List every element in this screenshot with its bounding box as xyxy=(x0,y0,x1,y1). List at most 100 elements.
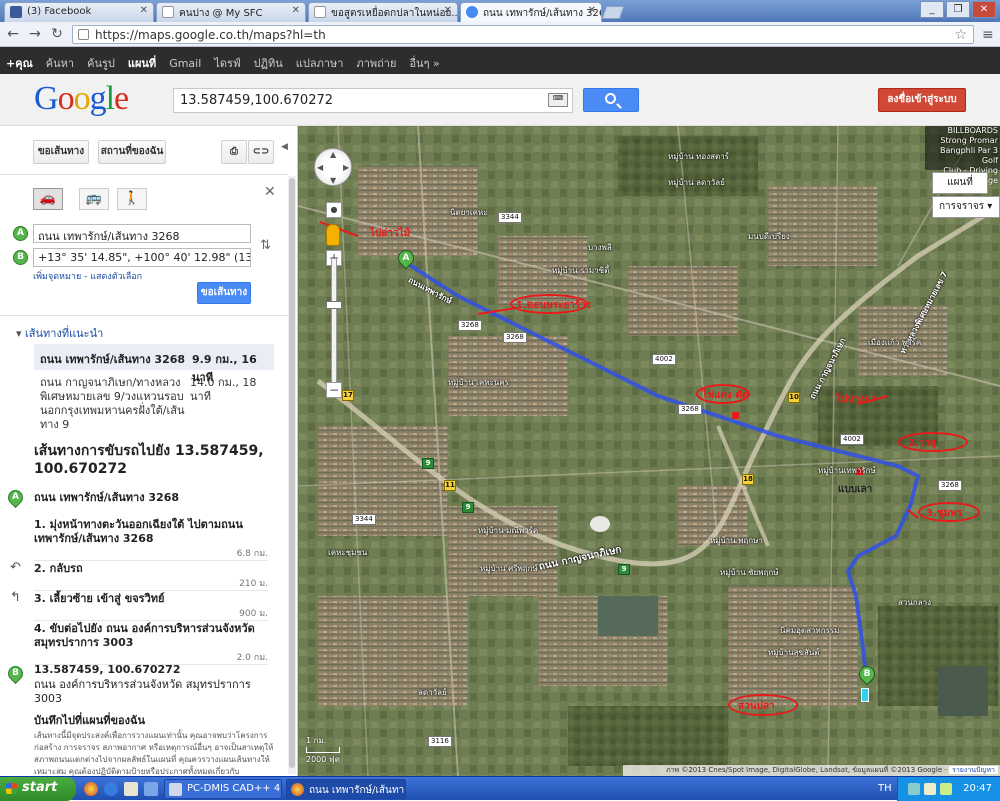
minimize-button[interactable]: _ xyxy=(920,1,944,18)
ie-icon[interactable] xyxy=(104,782,118,796)
collapse-panel-icon[interactable]: ◀ xyxy=(281,142,288,152)
gbar-item-drive[interactable]: ไดรฟ์ xyxy=(208,47,247,72)
destination-highlight xyxy=(861,688,869,702)
place-label: หมู่บ้าน ลดาวัลย์ xyxy=(668,178,725,187)
destination-input[interactable]: +13° 35' 14.85", +100° 40' 12.98" (13.58… xyxy=(33,248,251,267)
panel-scrollbar[interactable] xyxy=(288,176,296,774)
get-directions-tab-button[interactable]: ขอเส้นทาง xyxy=(33,140,89,164)
suggested-routes-toggle[interactable]: เส้นทางที่แนะนำ xyxy=(16,324,103,342)
language-indicator[interactable]: TH xyxy=(878,783,892,794)
direction-step-2[interactable]: 2. กลับรถ xyxy=(34,562,262,576)
close-icon[interactable]: ✕ xyxy=(264,184,276,200)
search-input[interactable]: 13.587459,100.670272 ⌨ xyxy=(173,88,573,113)
place-label: เมืองแก้ว พาร์ค xyxy=(868,338,922,347)
my-places-button[interactable]: สถานที่ของฉัน xyxy=(98,140,166,164)
gbar-item-plus[interactable]: +คุณ xyxy=(0,47,40,72)
traffic-layer-dropdown[interactable]: การจราจร ▾ xyxy=(932,196,1000,218)
close-window-button[interactable]: ✕ xyxy=(972,1,996,18)
map-type-button[interactable]: แผนที่ xyxy=(932,172,988,194)
place-label: หมู่บ้าน มณีพาร์ค xyxy=(478,526,539,535)
gbar-item-more[interactable]: อื่นๆ » xyxy=(403,47,446,72)
street-view-pegman-icon[interactable] xyxy=(326,224,340,246)
origin-input[interactable]: ถนน เทพารักษ์/เส้นทาง 3268 xyxy=(33,224,251,243)
tab-facebook[interactable]: (3) Facebook ✕ xyxy=(4,2,154,22)
route-info: 14.0 กม., 18 นาที xyxy=(190,376,257,403)
map-annotation: สวนปลา xyxy=(738,701,775,712)
gbar-item-images[interactable]: ค้นรูป xyxy=(81,47,122,72)
maximize-button[interactable]: ❐ xyxy=(946,1,970,18)
place-label: หมู่บ้าน เคหะนคร xyxy=(448,378,509,387)
tray-app-icon[interactable] xyxy=(940,783,952,795)
add-destination-link[interactable]: เพิ่มจุดหมาย - แสดงตัวเลือก xyxy=(33,269,142,283)
reset-view-icon[interactable]: ● xyxy=(326,202,342,218)
new-tab-button[interactable] xyxy=(601,6,625,19)
pan-control[interactable]: ▲ ▼ ◀ ▶ xyxy=(314,148,352,186)
route-shield: 3344 xyxy=(498,212,522,223)
direction-step-3[interactable]: 3. เลี้ยวซ้าย เข้าสู่ ขจรวิทย์ xyxy=(34,592,262,606)
close-icon[interactable]: ✕ xyxy=(140,5,148,16)
pan-down-icon[interactable]: ▼ xyxy=(330,176,336,185)
google-logo[interactable]: Google xyxy=(34,80,129,118)
reload-icon[interactable]: ↻ xyxy=(48,26,66,44)
direction-step-4[interactable]: 4. ขับต่อไปยัง ถนน องค์การบริหารส่วนจังห… xyxy=(34,622,262,650)
explorer-icon[interactable] xyxy=(124,782,138,796)
zoom-slider-thumb[interactable] xyxy=(326,301,342,309)
save-to-my-maps-link[interactable]: บันทึกไปที่แผนที่ของฉัน xyxy=(34,711,145,729)
gbar-item-calendar[interactable]: ปฏิทิน xyxy=(248,47,290,72)
tab-forum[interactable]: ขอสูตรเหยื่อตกปลาในหน่อย... ✕ xyxy=(308,2,458,22)
place-label: หมู่บ้านสุขสันต์ xyxy=(768,648,820,657)
route-shield: 9 xyxy=(618,564,630,575)
map-ad-billboard[interactable]: BILLBOARDS Strong Promar Bangphli Par 3 … xyxy=(925,126,1000,185)
pan-right-icon[interactable]: ▶ xyxy=(343,163,349,172)
search-button[interactable] xyxy=(583,88,639,112)
wrench-icon[interactable]: ≡ xyxy=(982,27,994,43)
forward-icon[interactable]: → xyxy=(26,26,44,44)
taskbar-item-chrome[interactable]: ถนน เทพารักษ์/เส้นทาง... xyxy=(286,779,406,799)
url-input[interactable]: https://maps.google.co.th/maps?hl=th ☆ xyxy=(72,25,974,44)
bookmark-star-icon[interactable]: ☆ xyxy=(954,27,967,43)
route-option-2[interactable]: ถนน กาญจนาภิเษก/ทางหลวงพิเศษหมายเลข 9/วง… xyxy=(40,376,280,432)
walk-mode-icon[interactable]: 🚶 xyxy=(117,188,147,210)
traffic-label: การจราจร xyxy=(939,201,985,212)
close-icon[interactable]: ✕ xyxy=(292,5,300,16)
report-problem-link[interactable]: รายงานปัญหา xyxy=(949,766,998,774)
tab-google-maps[interactable]: ถนน เทพารักษ์/เส้นทาง 3268 ✕ xyxy=(460,2,602,22)
pan-up-icon[interactable]: ▲ xyxy=(330,150,336,159)
tab-mysfc[interactable]: คนปาง @ My SFC ✕ xyxy=(156,2,306,22)
gbar-item-maps[interactable]: แผนที่ xyxy=(122,47,163,72)
gbar-item-photos[interactable]: ภาพถ่าย xyxy=(350,47,403,72)
route-shield: 3116 xyxy=(428,736,452,747)
gbar-item-translate[interactable]: แปลภาษา xyxy=(290,47,351,72)
volume-icon[interactable] xyxy=(924,783,936,795)
close-icon[interactable]: ✕ xyxy=(444,5,452,16)
print-icon[interactable]: ⎙ xyxy=(221,140,247,164)
google-bar: +คุณ ค้นหา ค้นรูป แผนที่ Gmail ไดรฟ์ ปฏิทิน แปล… xyxy=(0,47,1000,74)
car-mode-icon[interactable]: 🚗 xyxy=(33,188,63,210)
chrome-icon[interactable] xyxy=(84,782,98,796)
zoom-out-button[interactable]: − xyxy=(326,382,342,398)
pan-left-icon[interactable]: ◀ xyxy=(317,163,323,172)
close-icon[interactable]: ✕ xyxy=(588,5,596,16)
billboard-line: Strong Promar xyxy=(940,136,998,145)
link-icon[interactable]: ⊂⊃ xyxy=(248,140,274,164)
transit-mode-icon[interactable]: 🚌 xyxy=(79,188,109,210)
keyboard-icon[interactable]: ⌨ xyxy=(548,93,568,107)
back-icon[interactable]: ← xyxy=(4,26,22,44)
satellite-map[interactable]: ถนนเทพารักษ์ ถนน กาญจนาภิเษก ทางหลวงพิเศ… xyxy=(298,126,1000,776)
swap-icon[interactable]: ⇅ xyxy=(260,238,271,253)
tab-title: (3) Facebook xyxy=(27,6,92,17)
signin-button[interactable]: ลงชื่อเข้าสู่ระบบ xyxy=(878,88,966,112)
start-button[interactable]: start xyxy=(0,777,76,801)
network-icon[interactable] xyxy=(908,783,920,795)
route-option-1[interactable]: ถนน เทพารักษ์/เส้นทาง 3268 9.9 กม., 16 น… xyxy=(34,344,274,384)
gbar-item-search[interactable]: ค้นหา xyxy=(40,47,81,72)
zoom-slider[interactable] xyxy=(331,258,337,388)
route-shield: 3344 xyxy=(352,514,376,525)
gbar-item-gmail[interactable]: Gmail xyxy=(163,50,208,70)
scrollbar-thumb[interactable] xyxy=(289,178,295,768)
page-icon xyxy=(162,6,174,18)
media-icon[interactable] xyxy=(144,782,158,796)
get-directions-button[interactable]: ขอเส้นทาง xyxy=(197,282,251,304)
taskbar-item-pcdmis[interactable]: PC-DMIS CAD++ 4.2 ... xyxy=(164,779,282,799)
direction-step-1[interactable]: 1. มุ่งหน้าทางตะวันออกเฉียงใต้ ไปตามถนน … xyxy=(34,518,262,546)
